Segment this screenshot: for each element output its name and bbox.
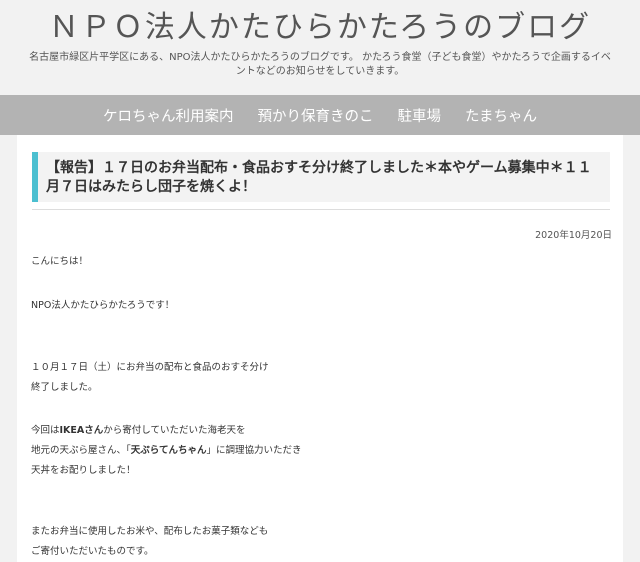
paragraph-line: 終了しました。 — [31, 382, 98, 393]
bold-text-tenpura: 天ぷらてんちゃん — [130, 445, 207, 456]
nav-item-tamachan[interactable]: たまちゃん — [465, 105, 537, 126]
text-span: 地元の天ぷら屋さん、「 — [31, 445, 131, 456]
paragraph-line: 天丼をお配りしました！ — [31, 465, 136, 476]
nav-item-kero-guide[interactable]: ケロちゃん利用案内 — [103, 105, 234, 126]
site-title[interactable]: ＮＰＯ法人かたひらかたろうのブログ — [0, 0, 640, 46]
site-description: 名古屋市緑区片平学区にある、NPO法人かたひらかたろうのブログです。 かたろう食… — [29, 52, 611, 77]
paragraph-greeting: こんにちは！ — [31, 256, 89, 267]
paragraph-intro: NPO法人かたひらかたろうです！ — [31, 300, 175, 311]
site-header: ＮＰＯ法人かたひらかたろうのブログ 名古屋市緑区片平学区にある、NPO法人かたひ… — [0, 0, 640, 95]
text-span: から寄付していただいた海老天を — [103, 425, 246, 436]
text-span: 今回は — [31, 425, 60, 436]
title-divider — [32, 209, 610, 210]
paragraph-line: ご寄付いただいたものです。 — [31, 546, 154, 557]
paragraph-line: またお弁当に使用したお米や、配布したお菓子類なども — [31, 526, 269, 537]
paragraph-line: 地元の天ぷら屋さん、「天ぷらてんちゃん」に調理協力いただき — [31, 442, 302, 456]
main-nav: ケロちゃん利用案内 預かり保育きのこ 駐車場 たまちゃん — [0, 95, 640, 135]
nav-item-kinoko-childcare[interactable]: 預かり保育きのこ — [257, 105, 373, 126]
post-title: 【報告】１７日のお弁当配布・食品おすそ分け終了しました＊本やゲーム募集中＊１１月… — [32, 152, 610, 202]
bold-text-ikea: IKEAさん — [59, 425, 104, 436]
paragraph-line: １０月１７日（土）にお弁当の配布と食品のおすそ分け — [31, 362, 269, 373]
article: 【報告】１７日のお弁当配布・食品おすそ分け終了しました＊本やゲーム募集中＊１１月… — [17, 135, 623, 562]
paragraph-line: 今回はIKEAさんから寄付していただいた海老天を — [31, 422, 245, 436]
nav-item-parking[interactable]: 駐車場 — [397, 105, 441, 126]
text-span: 」に調理協力いただき — [206, 445, 302, 456]
post-date: 2020年10月20日 — [535, 230, 612, 241]
